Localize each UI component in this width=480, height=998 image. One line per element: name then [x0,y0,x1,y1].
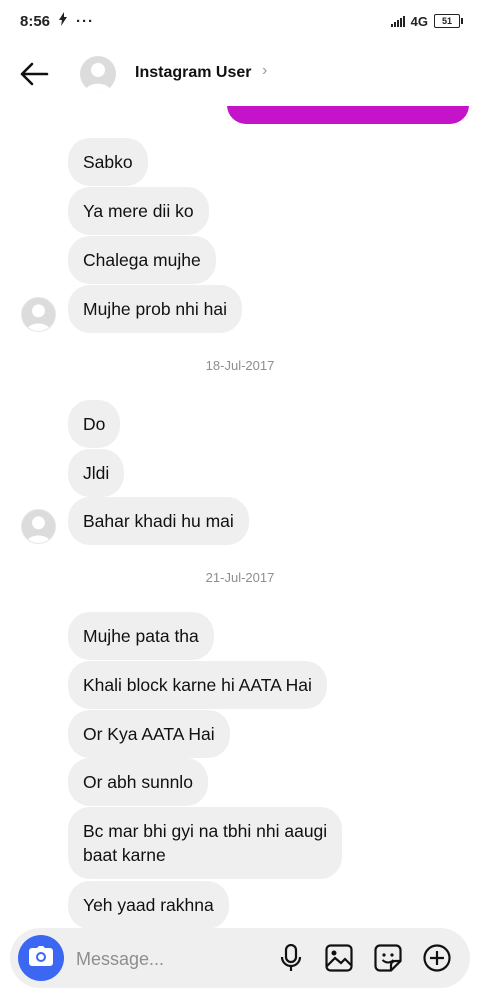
message-bubble[interactable]: Bc mar bhi gyi na tbhi nhi aaugi baat ka… [68,807,343,879]
message-bubble[interactable]: Ya mere dii ko [68,187,209,235]
battery-level: 51 [441,16,452,26]
message-bubble[interactable]: Chalega mujhe [68,236,216,284]
camera-button[interactable] [18,935,64,981]
status-time: 8:56 [20,12,51,30]
sticker-icon[interactable] [372,942,404,974]
message-bubble[interactable]: Jldi [68,449,125,497]
message-bubble[interactable]: Or Kya AATA Hai [68,710,230,758]
overflow-dots: ··· [76,12,95,30]
message-list[interactable]: Sabko Ya mere dii ko Chalega mujhe Mujhe… [0,106,480,930]
camera-icon [29,945,53,971]
message-input[interactable] [74,944,258,974]
add-icon[interactable] [421,942,453,974]
message-bubble[interactable]: Sabko [68,138,148,186]
signal-icon [390,15,405,27]
message-bubble[interactable]: Or abh sunnlo [68,758,208,806]
chat-header: Instagram User › [0,42,480,106]
chevron-right-icon[interactable]: › [262,62,267,80]
message-bubble[interactable]: Mujhe prob nhi hai [68,285,242,333]
back-arrow-icon[interactable] [18,60,50,88]
sender-avatar[interactable] [21,509,56,544]
message-composer [10,928,470,988]
message-bubble[interactable]: Yeh yaad rakhna [68,881,229,929]
message-bubble[interactable]: Do [68,400,121,448]
message-bubble[interactable]: Khali block karne hi AATA Hai [68,661,327,709]
gallery-icon[interactable] [323,942,355,974]
network-type: 4G [410,13,428,29]
date-separator: 21-Jul-2017 [205,570,275,585]
message-bubble[interactable]: Mujhe pata tha [68,612,214,660]
contact-avatar[interactable] [80,56,116,92]
date-separator: 18-Jul-2017 [205,358,275,373]
status-bar: 8:56 ··· 4G 51 [0,0,480,42]
microphone-icon[interactable] [275,942,307,974]
contact-name[interactable]: Instagram User [135,64,252,82]
charging-icon [58,12,68,30]
battery-icon: 51 [434,14,463,28]
sent-message-bubble[interactable] [227,106,469,124]
message-bubble[interactable]: Bahar khadi hu mai [68,497,249,545]
sender-avatar[interactable] [21,297,56,332]
